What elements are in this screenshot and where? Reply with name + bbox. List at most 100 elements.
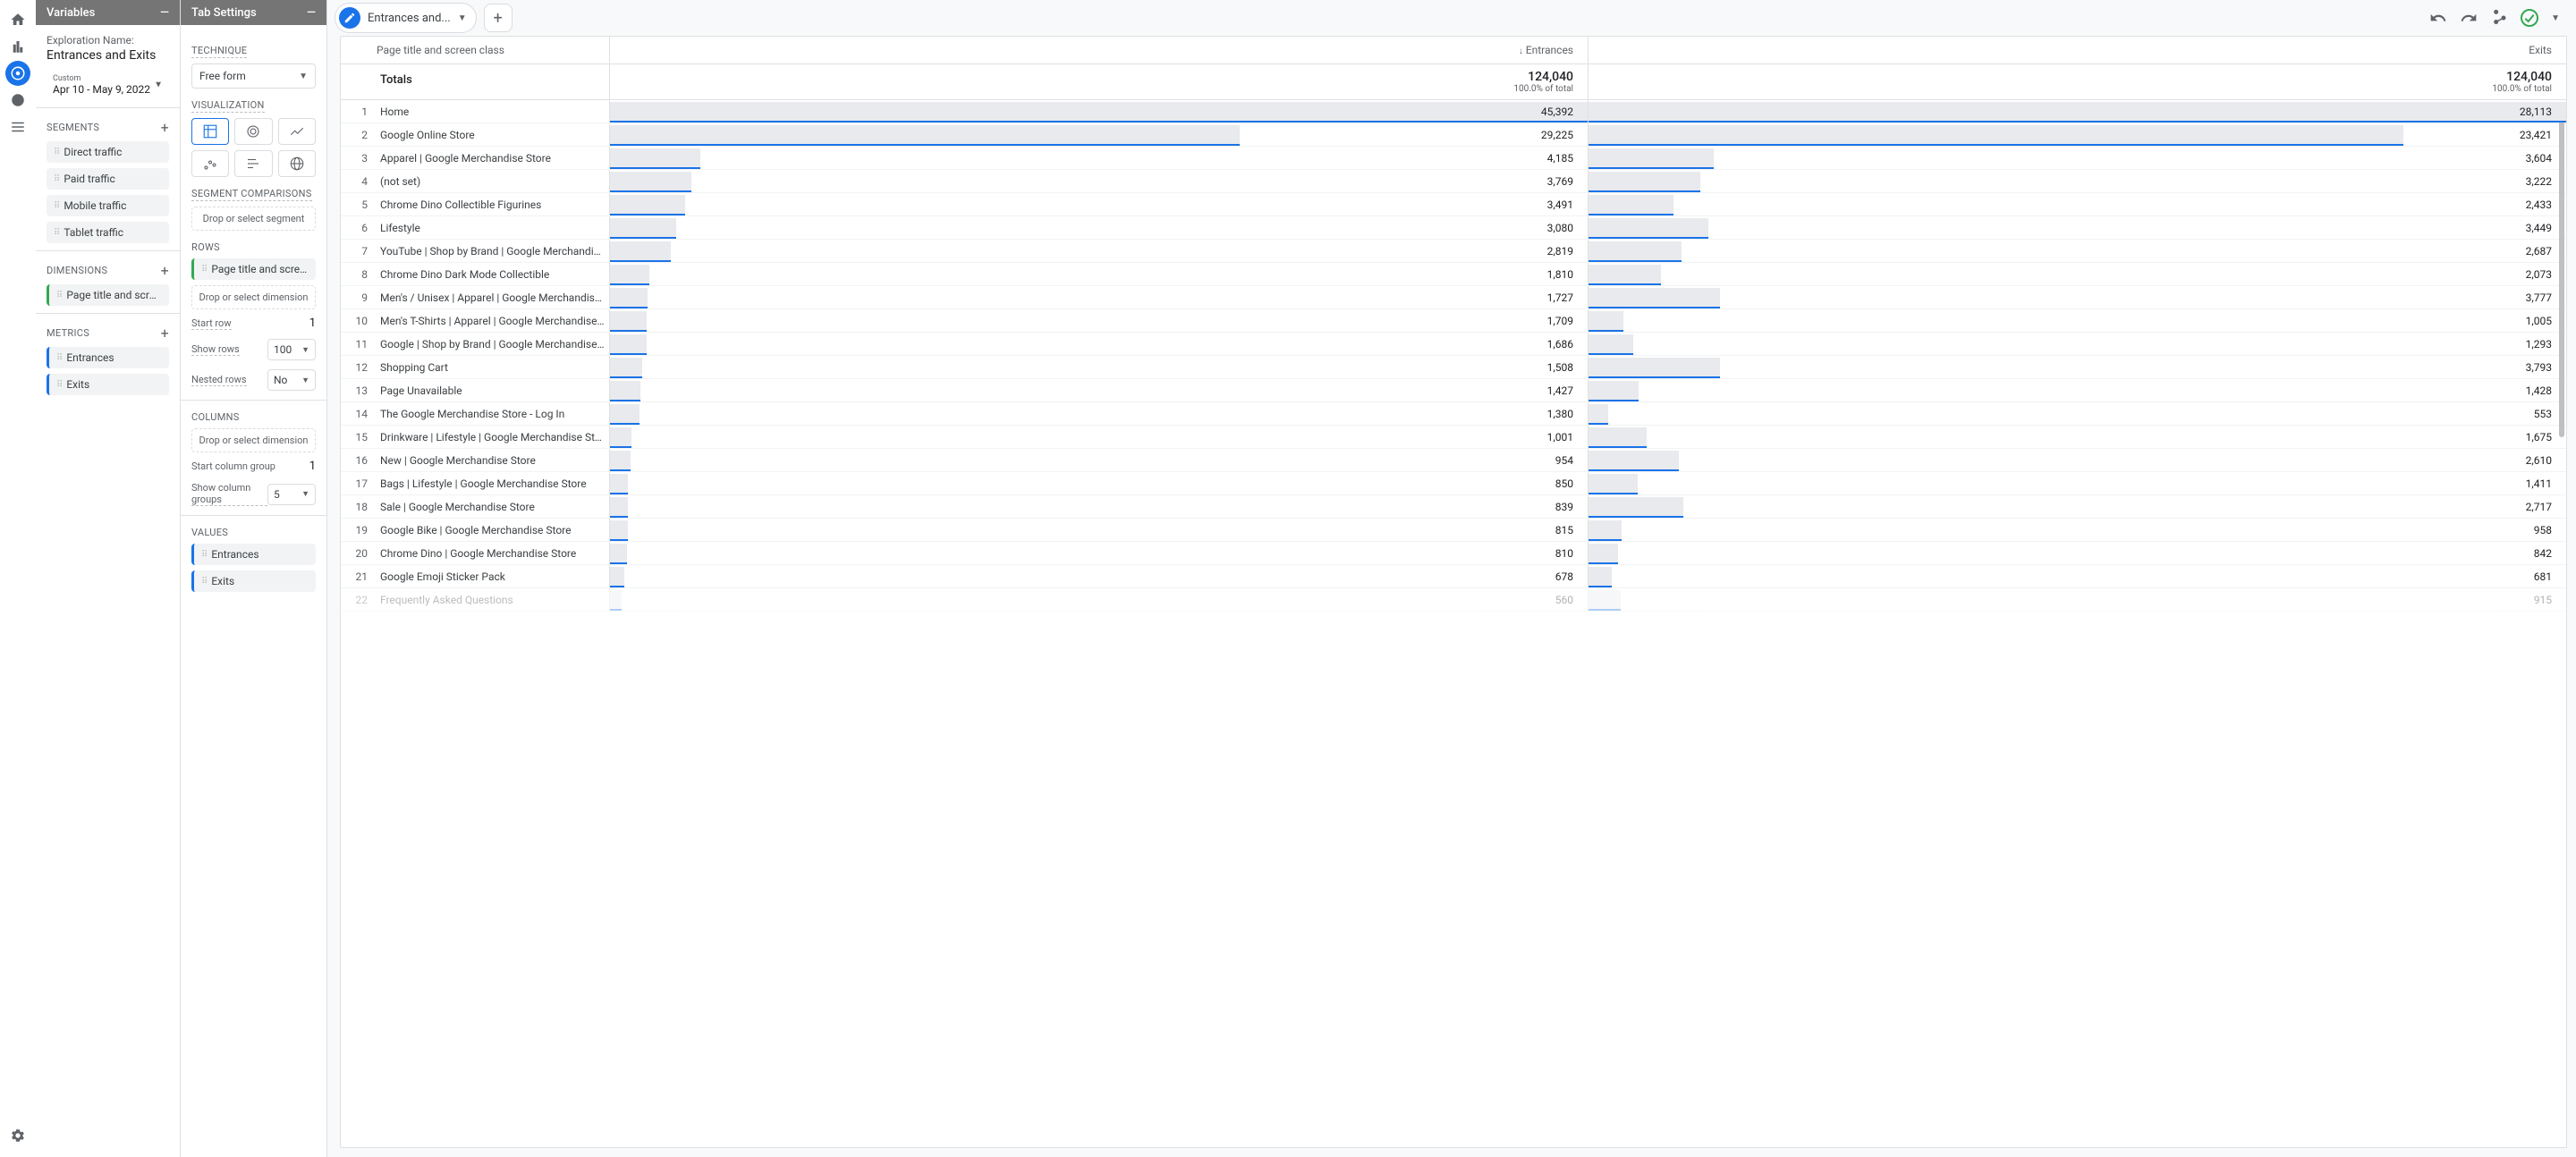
cell-entrances: 4,185 (609, 147, 1588, 169)
table-row[interactable]: 3Apparel | Google Merchandise Store4,185… (341, 147, 2566, 170)
drag-handle-icon: ⠿ (56, 291, 61, 300)
cell-entrances: 2,819 (609, 240, 1588, 262)
show-column-groups-select[interactable]: 5▼ (267, 484, 316, 505)
chevron-down-icon: ▼ (301, 489, 309, 499)
chip-tablet-traffic[interactable]: ⠿Tablet traffic (47, 222, 169, 243)
header-exits[interactable]: Exits (1588, 37, 2566, 63)
redo-icon[interactable] (2460, 9, 2478, 27)
viz-table-icon[interactable] (191, 118, 229, 145)
viz-scatter-icon[interactable] (191, 150, 229, 177)
table-row[interactable]: 17Bags | Lifestyle | Google Merchandise … (341, 472, 2566, 495)
chip-page-title-and-scree-[interactable]: ⠿Page title and scree... (47, 284, 169, 306)
visualization-label: VISUALIZATION (191, 99, 316, 113)
chevron-down-icon: ▼ (301, 345, 309, 355)
technique-value: Free form (199, 70, 246, 82)
cell-entrances: 1,709 (609, 309, 1588, 332)
table-row[interactable]: 18Sale | Google Merchandise Store8392,71… (341, 495, 2566, 519)
table-row[interactable]: 8Chrome Dino Dark Mode Collectible1,8102… (341, 263, 2566, 286)
table-row[interactable]: 16New | Google Merchandise Store9542,610 (341, 449, 2566, 472)
chevron-down-icon: ▼ (458, 13, 467, 23)
viz-geo-icon[interactable] (278, 150, 316, 177)
table-row[interactable]: 13Page Unavailable1,4271,428 (341, 379, 2566, 402)
columns-dropzone[interactable]: Drop or select dimension (191, 428, 316, 452)
nav-explore-icon[interactable] (5, 61, 30, 86)
nav-home-icon[interactable] (5, 7, 30, 32)
chip-paid-traffic[interactable]: ⠿Paid traffic (47, 168, 169, 190)
tab-settings-title: Tab Settings (191, 6, 257, 20)
main-area: Entrances and... ▼ + ▼ Page title and sc… (327, 0, 2576, 1157)
nav-reports-icon[interactable] (5, 34, 30, 59)
chip-exits[interactable]: ⠿Exits (47, 374, 169, 395)
cell-exits: 2,717 (1588, 495, 2566, 518)
exploration-name[interactable]: Entrances and Exits (47, 48, 169, 63)
table-row[interactable]: 21Google Emoji Sticker Pack678681 (341, 565, 2566, 588)
cell-entrances: 1,727 (609, 286, 1588, 308)
add-metric-button[interactable]: + (161, 325, 169, 342)
rows-dropzone[interactable]: Drop or select dimension (191, 285, 316, 309)
nested-rows-label: Nested rows (191, 374, 247, 386)
chip-exits[interactable]: ⠿Exits (191, 570, 316, 592)
start-column-group-value[interactable]: 1 (309, 460, 316, 473)
cell-entrances: 45,392 (609, 100, 1588, 122)
date-range-picker[interactable]: Custom Apr 10 - May 9, 2022 ▼ (47, 70, 169, 100)
technique-select[interactable]: Free form ▼ (191, 63, 316, 89)
metrics-section-label: METRICS + (47, 325, 169, 342)
cell-entrances: 1,508 (609, 356, 1588, 378)
edit-tab-icon[interactable] (339, 7, 360, 29)
add-segment-button[interactable]: + (161, 119, 169, 136)
more-menu-icon[interactable]: ▼ (2551, 13, 2560, 23)
table-row[interactable]: 20Chrome Dino | Google Merchandise Store… (341, 542, 2566, 565)
table-row[interactable]: 15Drinkware | Lifestyle | Google Merchan… (341, 426, 2566, 449)
table-row[interactable]: 5Chrome Dino Collectible Figurines3,4912… (341, 193, 2566, 216)
status-indicator[interactable] (2521, 9, 2538, 27)
nested-rows-select[interactable]: No▼ (267, 369, 316, 391)
undo-icon[interactable] (2429, 9, 2447, 27)
nav-configure-icon[interactable] (5, 114, 30, 139)
row-name: Frequently Asked Questions (377, 587, 609, 613)
table-row[interactable]: 22Frequently Asked Questions560915 (341, 588, 2566, 612)
viz-donut-icon[interactable] (234, 118, 272, 145)
tab-bar: Entrances and... ▼ + ▼ (327, 0, 2576, 36)
share-icon[interactable] (2490, 9, 2508, 27)
start-row-value[interactable]: 1 (309, 317, 316, 330)
table-row[interactable]: 11Google | Shop by Brand | Google Mercha… (341, 333, 2566, 356)
chevron-down-icon: ▼ (301, 376, 309, 385)
table-body[interactable]: 1Home45,39228,1132Google Online Store29,… (341, 100, 2566, 1147)
cell-entrances: 560 (609, 588, 1588, 611)
cell-entrances: 1,427 (609, 379, 1588, 401)
add-dimension-button[interactable]: + (161, 262, 169, 279)
viz-line-icon[interactable] (278, 118, 316, 145)
show-rows-select[interactable]: 100▼ (267, 339, 316, 360)
table-row[interactable]: 9Men's / Unisex | Apparel | Google Merch… (341, 286, 2566, 309)
chip-entrances[interactable]: ⠿Entrances (47, 347, 169, 368)
active-tab[interactable]: Entrances and... ▼ (335, 3, 477, 33)
collapse-variables-icon[interactable]: — (160, 6, 169, 20)
drag-handle-icon: ⠿ (54, 174, 58, 184)
table-row[interactable]: 14The Google Merchandise Store - Log In1… (341, 402, 2566, 426)
cell-entrances: 3,080 (609, 216, 1588, 239)
segment-comparisons-label: SEGMENT COMPARISONS (191, 188, 316, 201)
table-row[interactable]: 19Google Bike | Google Merchandise Store… (341, 519, 2566, 542)
add-tab-button[interactable]: + (484, 4, 513, 32)
chip-entrances[interactable]: ⠿Entrances (191, 544, 316, 565)
segment-comparison-dropzone[interactable]: Drop or select segment (191, 207, 316, 231)
table-row[interactable]: 7YouTube | Shop by Brand | Google Mercha… (341, 240, 2566, 263)
table-row[interactable]: 1Home45,39228,113 (341, 100, 2566, 123)
collapse-tab-settings-icon[interactable]: — (307, 6, 316, 20)
viz-bar-icon[interactable] (234, 150, 272, 177)
table-row[interactable]: 12Shopping Cart1,5083,793 (341, 356, 2566, 379)
header-dimension[interactable]: Page title and screen class (377, 37, 609, 63)
rows-label: ROWS (191, 241, 316, 253)
table-row[interactable]: 6Lifestyle3,0803,449 (341, 216, 2566, 240)
nav-advertising-icon[interactable] (5, 88, 30, 113)
chip-mobile-traffic[interactable]: ⠿Mobile traffic (47, 195, 169, 216)
header-entrances[interactable]: ↓ Entrances (609, 37, 1588, 63)
nav-admin-gear-icon[interactable] (5, 1123, 30, 1148)
cell-entrances: 3,491 (609, 193, 1588, 215)
cell-exits: 28,113 (1588, 100, 2566, 122)
chip-direct-traffic[interactable]: ⠿Direct traffic (47, 141, 169, 163)
rows-chip-page-title[interactable]: ⠿ Page title and scree... (191, 258, 316, 280)
table-row[interactable]: 2Google Online Store29,22523,421 (341, 123, 2566, 147)
table-row[interactable]: 10Men's T-Shirts | Apparel | Google Merc… (341, 309, 2566, 333)
table-row[interactable]: 4(not set)3,7693,222 (341, 170, 2566, 193)
